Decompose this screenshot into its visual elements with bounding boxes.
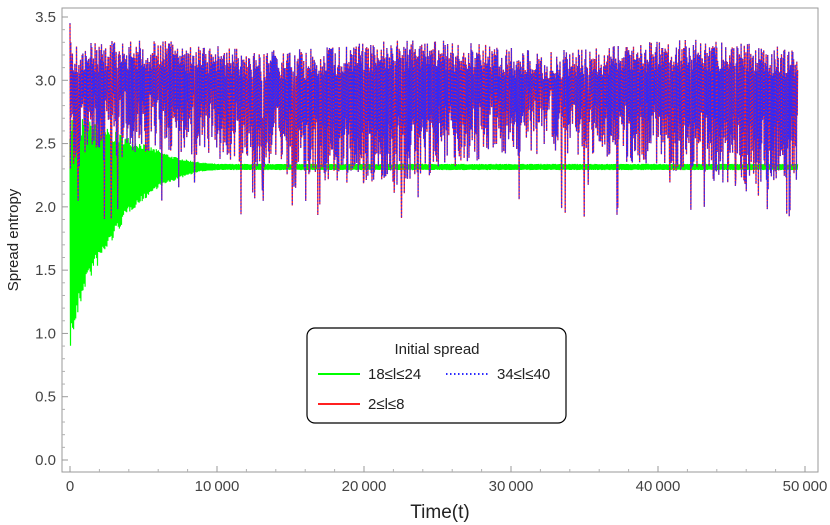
y-tick-label: 3.5: [35, 9, 56, 26]
y-tick-label: 1.5: [35, 262, 56, 279]
x-tick-label: 0: [66, 478, 74, 495]
y-tick-label: 0.0: [35, 452, 56, 469]
x-tick-label: 40 000: [636, 478, 681, 495]
y-tick-label: 2.5: [35, 136, 56, 153]
legend-label-green: 18≤l≤24: [368, 366, 421, 383]
x-tick-label: 50 000: [783, 478, 828, 495]
y-tick-label: 1.0: [35, 325, 56, 342]
legend: Initial spread 18≤l≤24 34≤l≤40 2≤l≤8: [306, 327, 567, 424]
x-tick-label: 10 000: [195, 478, 240, 495]
legend-label-blue: 34≤l≤40: [497, 366, 550, 383]
x-tick-label: 30 000: [489, 478, 534, 495]
y-tick-label: 2.0: [35, 199, 56, 216]
chart: 0 10 000 20 000 30 000 40 000 50 000 0.0 0.5 1.0…: [0, 0, 830, 525]
y-tick-label: 0.5: [35, 389, 56, 406]
legend-title: Initial spread: [394, 341, 479, 358]
y-axis-label: Spread entropy: [5, 188, 22, 291]
x-axis-label: Time(t): [410, 502, 469, 523]
x-tick-label: 20 000: [342, 478, 387, 495]
legend-label-red: 2≤l≤8: [368, 396, 404, 413]
y-tick-label: 3.0: [35, 72, 56, 89]
